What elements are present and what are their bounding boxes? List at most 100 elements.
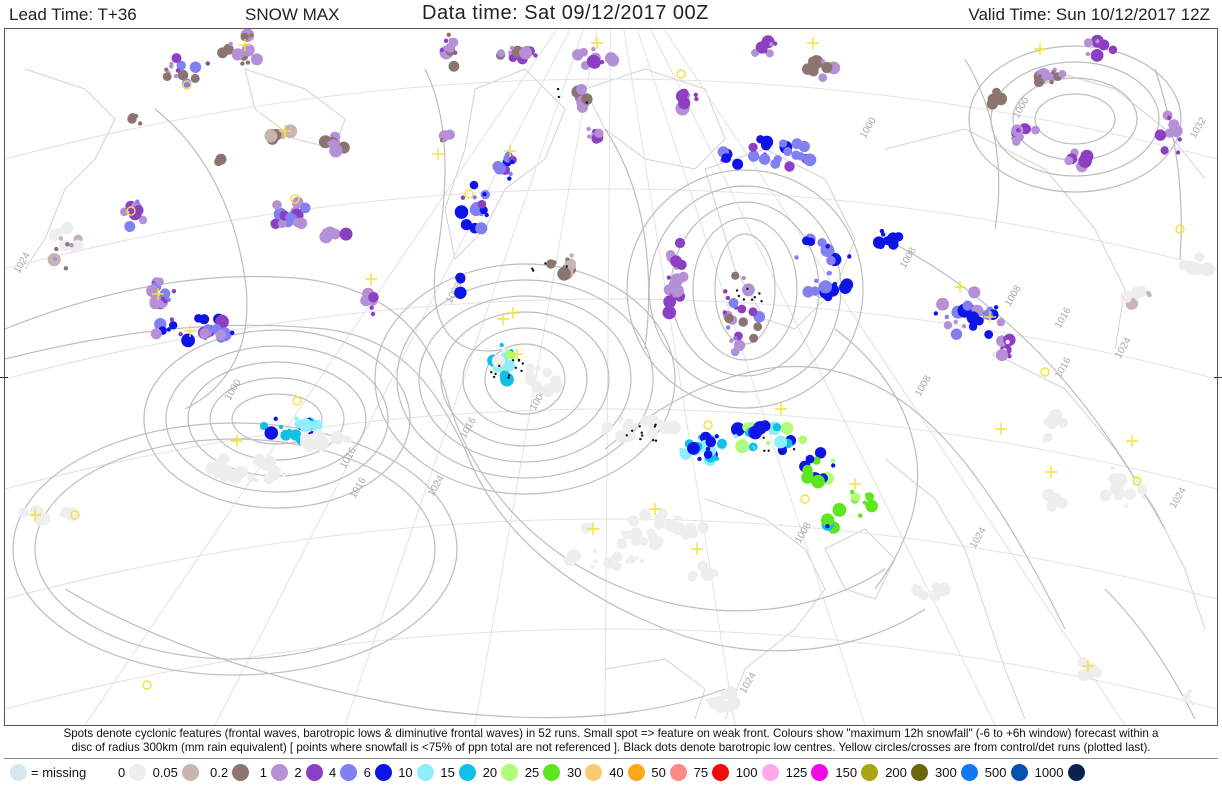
feature-spot <box>724 686 738 700</box>
feature-spot <box>716 438 727 449</box>
feature-spot <box>1178 260 1189 271</box>
feature-spot <box>935 587 940 593</box>
feature-spot <box>1078 154 1092 168</box>
feature-spot <box>611 554 616 559</box>
feature-spot <box>533 53 538 58</box>
feature-spot <box>1098 39 1110 51</box>
feature-spot <box>454 205 469 219</box>
feature-spot <box>510 159 515 165</box>
feature-spot <box>1003 333 1016 347</box>
barotropic-low-dot <box>521 362 524 365</box>
control-circle <box>1175 224 1185 234</box>
feature-spot <box>865 492 870 497</box>
legend-item-6: 6 <box>364 759 392 785</box>
feature-spot <box>241 473 246 478</box>
feature-spot <box>953 319 958 325</box>
legend-swatch <box>761 763 779 781</box>
legend-item-16: 125 <box>786 759 829 785</box>
control-cross <box>995 423 1007 435</box>
legend-label: 0.2 <box>210 764 229 780</box>
feature-spot <box>737 304 747 314</box>
caption: Spots denote cyclonic features (frontal … <box>4 727 1218 755</box>
legend-swatch <box>712 763 730 781</box>
feature-spot <box>446 32 451 37</box>
feature-spot <box>230 330 235 335</box>
feature-spot <box>217 47 228 59</box>
feature-spot <box>943 321 953 330</box>
feature-spot <box>694 96 699 102</box>
barotropic-low-dot <box>490 371 493 374</box>
barotropic-low-dot <box>654 423 657 426</box>
feature-spot <box>733 434 738 439</box>
legend-item-20: 500 <box>985 759 1028 785</box>
legend-label: 1 <box>259 764 268 780</box>
feature-spot <box>54 228 63 237</box>
feature-spot <box>703 450 713 459</box>
isobar <box>1012 77 1138 161</box>
feature-spot <box>592 549 598 554</box>
feature-spot <box>1200 262 1215 277</box>
feature-spot <box>1188 699 1194 705</box>
feature-spot <box>542 367 552 378</box>
legend-item-1: 0.05 <box>153 759 199 785</box>
feature-spot <box>748 142 758 152</box>
barotropic-low-dot <box>641 434 644 437</box>
feature-spot <box>128 113 137 122</box>
feature-spot <box>294 419 304 429</box>
feature-spot <box>830 458 836 463</box>
feature-spot <box>794 255 799 260</box>
feature-spot <box>569 253 574 258</box>
feature-spot <box>1031 125 1040 135</box>
control-run-marker <box>691 543 703 555</box>
feature-spot <box>576 83 587 95</box>
legend-item-12: 40 <box>609 759 645 785</box>
feature-spot <box>639 558 645 563</box>
longitude-line <box>474 29 598 725</box>
legend-label: 200 <box>885 764 907 780</box>
longitude-line <box>650 29 996 725</box>
feature-spot <box>1051 70 1056 75</box>
feature-spot <box>933 311 938 316</box>
feature-spot <box>65 242 70 247</box>
barotropic-low-dot <box>492 375 496 379</box>
feature-spot <box>772 423 782 432</box>
feature-spot <box>273 416 278 421</box>
legend-label: 4 <box>329 764 337 780</box>
feature-spot <box>293 218 303 228</box>
feature-spot <box>1175 150 1181 155</box>
feature-spot <box>961 324 967 329</box>
feature-spot <box>741 445 746 450</box>
feature-spot <box>590 564 595 569</box>
feature-spot <box>862 500 868 505</box>
control-cross <box>807 37 819 49</box>
feature-spot <box>730 347 740 357</box>
barotropic-low-dot <box>767 449 770 452</box>
feature-spot <box>832 503 847 517</box>
feature-spot <box>625 559 630 564</box>
feature-spot <box>687 572 697 582</box>
legend-swatch-missing <box>10 763 27 781</box>
feature-spot <box>1049 79 1054 85</box>
legend-item-9: 20 <box>483 759 519 785</box>
feature-spot <box>1124 503 1129 508</box>
feature-spot <box>802 236 811 246</box>
control-circle <box>676 69 686 79</box>
feature-spot <box>311 442 316 448</box>
control-cross <box>365 273 377 285</box>
feature-spot <box>733 335 738 341</box>
isobar-label: 1016 <box>1053 305 1074 330</box>
feature-spot <box>633 423 639 428</box>
feature-spot <box>454 286 467 299</box>
barotropic-low-dot <box>639 437 642 441</box>
feature-spot <box>1162 150 1167 155</box>
legend-swatch <box>181 763 199 781</box>
feature-spot <box>1167 115 1172 121</box>
feature-spot <box>867 501 872 506</box>
feature-spot <box>679 88 689 99</box>
feature-spot <box>318 429 323 434</box>
feature-spot <box>847 254 852 259</box>
barotropic-low-dot <box>544 262 547 265</box>
feature-spot <box>322 228 327 233</box>
feature-spot <box>741 275 746 281</box>
barotropic-low-dot <box>760 300 763 303</box>
